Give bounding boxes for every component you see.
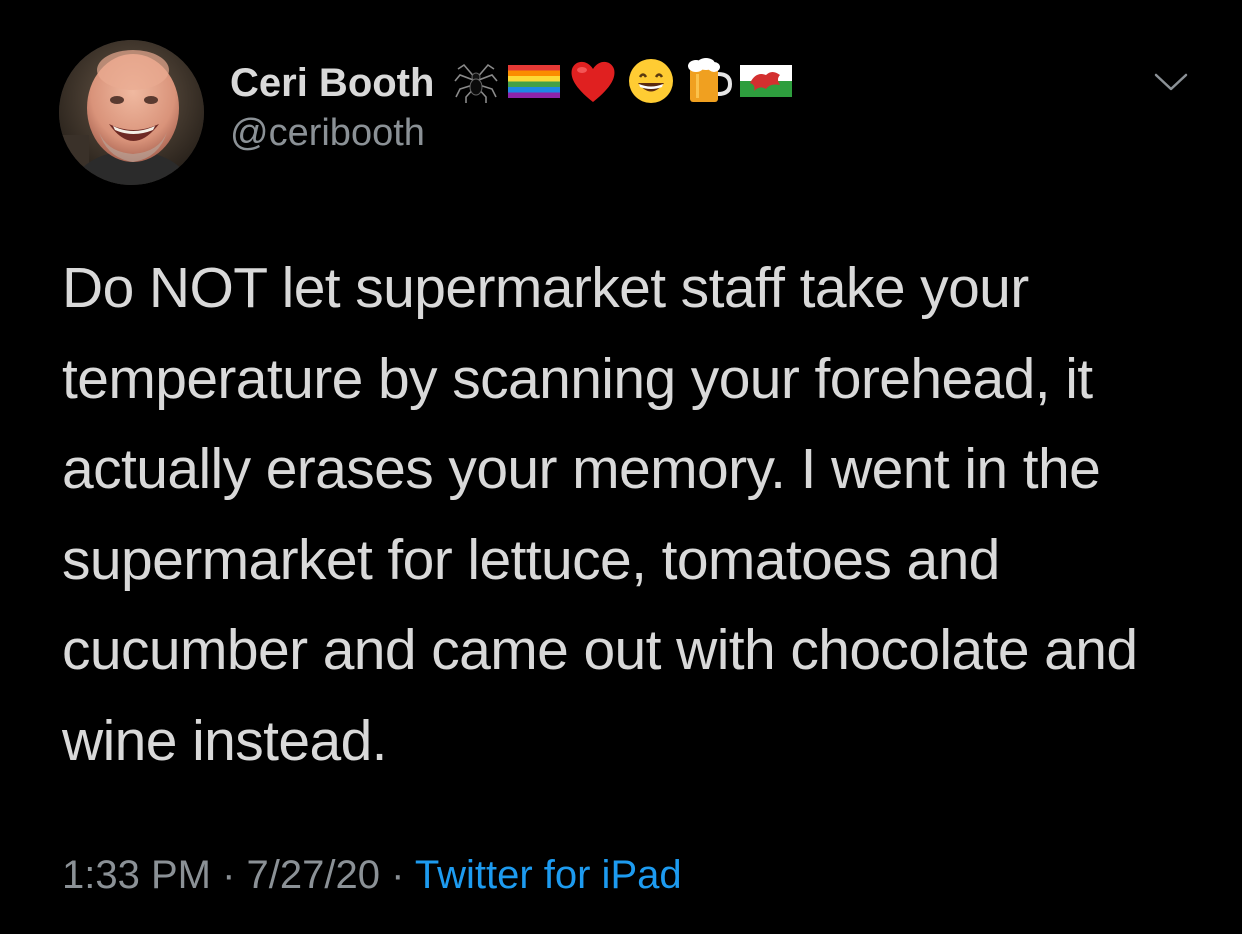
avatar[interactable] — [59, 40, 204, 185]
spider-icon — [452, 57, 500, 110]
tweet-text: Do NOT let supermarket staff take your t… — [62, 256, 1138, 773]
meta-separator: · — [391, 853, 405, 897]
wales-flag-icon — [740, 63, 793, 104]
tweet-card: Ceri Booth @ceribooth Do NOT let superma… — [0, 0, 1242, 934]
red-heart-icon — [568, 57, 618, 110]
tweet-date[interactable]: 7/27/20 — [247, 853, 380, 897]
meta-separator: · — [222, 853, 236, 897]
beer-mug-icon — [684, 56, 733, 111]
name-row: Ceri Booth — [230, 56, 793, 111]
author-info[interactable]: Ceri Booth @ceribooth — [230, 56, 793, 155]
grinning-face-icon — [626, 56, 676, 111]
rainbow-flag-icon — [508, 61, 561, 106]
tweet-meta: 1:33 PM · 7/27/20 · Twitter for iPad — [62, 853, 682, 898]
chevron-down-icon[interactable] — [1153, 70, 1189, 94]
name-emojis — [452, 56, 793, 111]
handle[interactable]: @ceribooth — [230, 112, 792, 155]
tweet-source-link[interactable]: Twitter for iPad — [415, 853, 682, 897]
display-name[interactable]: Ceri Booth — [230, 61, 434, 106]
tweet-time[interactable]: 1:33 PM — [62, 853, 211, 897]
